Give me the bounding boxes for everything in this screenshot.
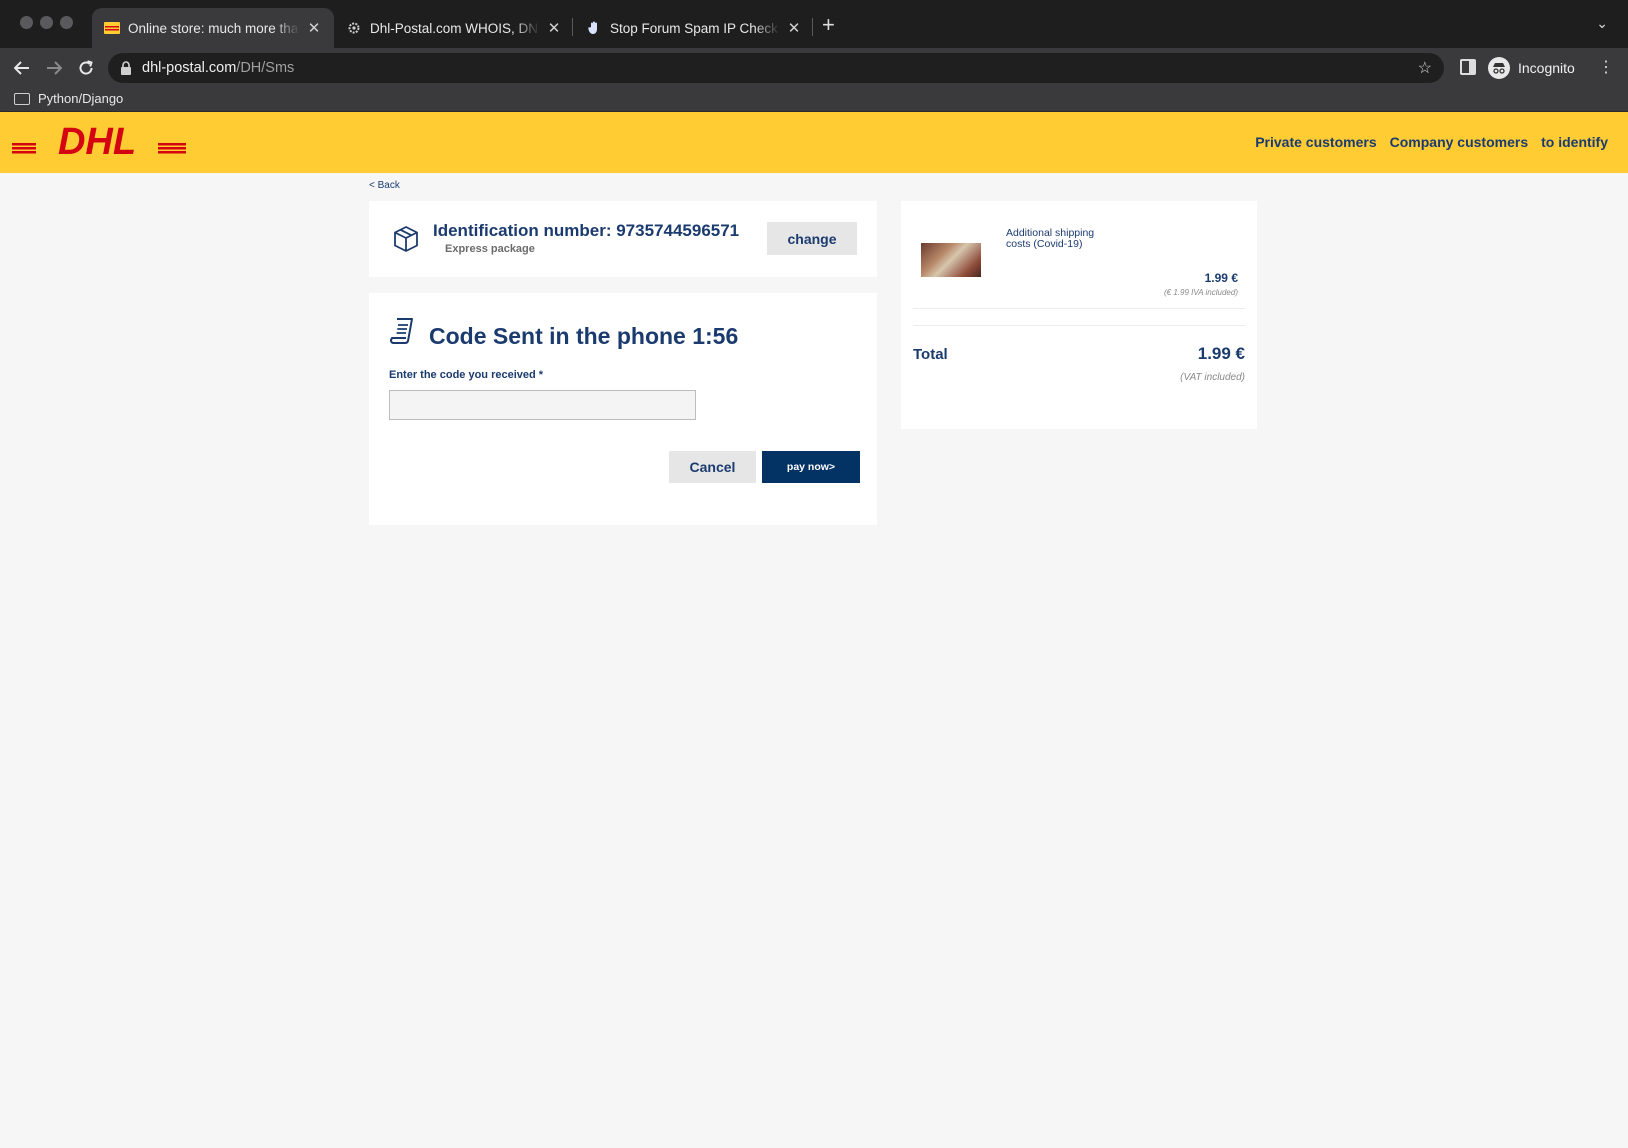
order-summary-card: Additional shipping costs (Covid-19) 1.9…: [901, 201, 1257, 429]
dhl-favicon-icon: [104, 20, 120, 36]
address-bar[interactable]: dhl-postal.com/DH/Sms ☆: [108, 53, 1444, 83]
divider: [913, 325, 1245, 326]
side-panel-icon[interactable]: [1460, 59, 1476, 75]
change-button[interactable]: change: [767, 222, 857, 255]
url-host: dhl-postal.com: [142, 60, 237, 76]
bookmark-label: Python/Django: [38, 91, 124, 106]
item-tax-note: (€ 1.99 IVA included): [1164, 288, 1238, 297]
folder-icon: [14, 92, 30, 105]
tab-close-icon[interactable]: ✕: [786, 19, 802, 37]
more-menu-icon[interactable]: ⋮: [1598, 58, 1614, 78]
bookmark-folder[interactable]: Python/Django: [14, 91, 123, 106]
tab-title: Dhl-Postal.com WHOIS, DNS, &: [370, 20, 540, 36]
cancel-button[interactable]: Cancel: [669, 451, 756, 483]
top-navigation: Private customers Company customers to i…: [1255, 134, 1608, 150]
forward-arrow-icon[interactable]: [42, 56, 66, 80]
pay-now-button[interactable]: pay now>: [762, 451, 860, 483]
incognito-icon: [1488, 57, 1510, 79]
tab-separator: [572, 18, 573, 36]
window-maximize-button[interactable]: [60, 16, 73, 29]
nav-to-identify[interactable]: to identify: [1541, 134, 1608, 150]
lock-icon: [121, 61, 131, 75]
profile-label: Incognito: [1518, 60, 1575, 76]
tab-separator: [812, 18, 813, 36]
site-header: DHL Private customers Company customers …: [0, 112, 1628, 173]
nav-private-customers[interactable]: Private customers: [1255, 134, 1376, 150]
tab-title: Stop Forum Spam IP Check - 3: [610, 20, 780, 36]
receipt-icon: [390, 318, 413, 344]
package-box-icon: [394, 226, 418, 252]
back-arrow-icon[interactable]: [10, 56, 34, 80]
browser-toolbar: dhl-postal.com/DH/Sms ☆ Incognito ⋮: [0, 48, 1628, 88]
identification-card: Identification number: 9735744596571 Exp…: [369, 201, 877, 277]
bookmark-star-icon[interactable]: ☆: [1418, 58, 1432, 78]
divider: [913, 308, 1245, 309]
item-thumbnail: [921, 243, 981, 277]
tab-close-icon[interactable]: ✕: [546, 19, 562, 37]
browser-tab-bar: Online store: much more than I ✕ Dhl-Pos…: [0, 0, 1628, 48]
bookmarks-bar: Python/Django: [0, 88, 1628, 112]
logo-text: DHL: [58, 121, 136, 163]
item-name: Additional shipping costs (Covid-19): [1006, 227, 1095, 250]
browser-tab[interactable]: Stop Forum Spam IP Check - 3 ✕: [574, 8, 814, 48]
tab-search-chevron-icon[interactable]: ⌄: [1596, 15, 1608, 32]
new-tab-plus-icon[interactable]: +: [822, 13, 835, 37]
gear-icon: [346, 20, 362, 36]
code-sent-title: Code Sent in the phone 1:56: [429, 323, 739, 349]
code-field-label: Enter the code you received *: [389, 369, 544, 381]
hand-stop-icon: [586, 20, 602, 36]
window-minimize-button[interactable]: [40, 16, 53, 29]
sms-code-card: Code Sent in the phone 1:56 Enter the co…: [369, 293, 877, 525]
total-value: 1.99 €: [1197, 344, 1245, 363]
identification-number: Identification number: 9735744596571: [433, 221, 740, 240]
window-close-button[interactable]: [20, 16, 33, 29]
nav-company-customers[interactable]: Company customers: [1390, 134, 1528, 150]
sms-code-input[interactable]: [389, 390, 696, 420]
total-label: Total: [913, 346, 948, 363]
url-path: /DH/Sms: [236, 60, 295, 76]
browser-tab[interactable]: Dhl-Postal.com WHOIS, DNS, & ✕: [334, 8, 574, 48]
total-vat-note: (VAT included): [1180, 372, 1245, 383]
browser-tab-active[interactable]: Online store: much more than I ✕: [92, 8, 334, 48]
incognito-profile-button[interactable]: Incognito: [1488, 54, 1575, 82]
reload-icon[interactable]: [74, 56, 98, 80]
package-type: Express package: [445, 243, 535, 255]
back-link[interactable]: < Back: [369, 180, 400, 191]
item-price: 1.99 €: [1204, 271, 1238, 285]
dhl-logo[interactable]: DHL: [12, 121, 188, 170]
tab-title: Online store: much more than I: [128, 20, 300, 36]
tab-close-icon[interactable]: ✕: [306, 19, 322, 37]
